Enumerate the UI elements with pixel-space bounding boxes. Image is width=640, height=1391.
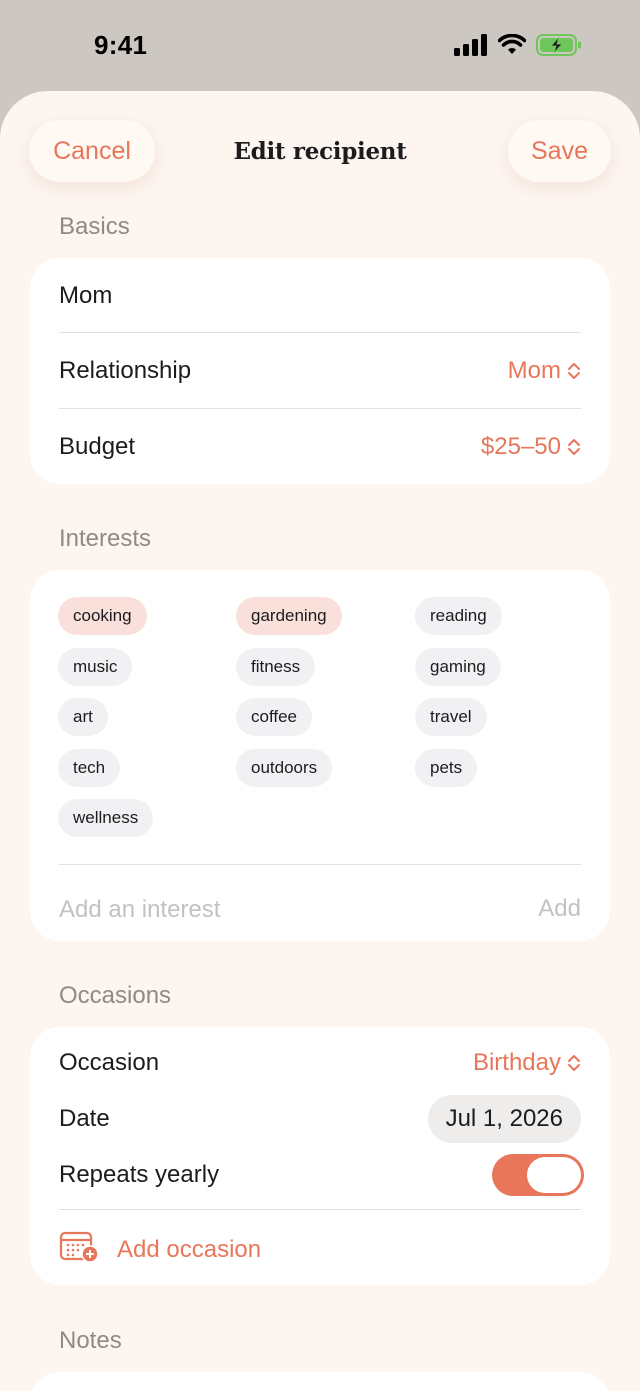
occasion-picker[interactable]: Birthday	[473, 1049, 581, 1077]
interest-chip-cooking[interactable]: cooking	[58, 597, 147, 635]
battery-charging-icon	[536, 34, 582, 56]
status-icons	[454, 34, 582, 56]
basics-card: Mom Relationship Mom Budget $25–50	[30, 258, 610, 484]
interest-chip-art[interactable]: art	[58, 698, 108, 736]
interest-chip-music[interactable]: music	[58, 648, 133, 686]
repeats-yearly-toggle[interactable]	[492, 1154, 584, 1196]
date-label: Date	[59, 1105, 110, 1132]
section-label-notes: Notes	[59, 1327, 122, 1354]
section-label-interests: Interests	[59, 525, 152, 552]
chevron-up-down-icon	[567, 1053, 581, 1073]
repeats-row: Repeats yearly	[59, 1137, 584, 1213]
add-interest-button[interactable]: Add	[538, 895, 581, 923]
budget-row: Budget $25–50	[59, 409, 581, 485]
budget-label: Budget	[59, 433, 136, 460]
cellular-signal-icon	[454, 34, 488, 56]
add-occasion-button[interactable]: Add occasion	[59, 1230, 261, 1269]
wifi-icon	[498, 34, 526, 56]
interest-chip-coffee[interactable]: coffee	[236, 698, 313, 736]
status-bar: 9:41	[0, 0, 640, 95]
chevron-up-down-icon	[567, 361, 581, 381]
section-label-basics: Basics	[59, 213, 130, 240]
relationship-label: Relationship	[59, 357, 192, 384]
edit-recipient-sheet: Cancel Edit recipient Save Basics Mom Re…	[0, 91, 640, 1391]
interest-chip-wellness[interactable]: wellness	[58, 799, 154, 837]
notes-card[interactable]	[30, 1372, 610, 1391]
budget-value: $25–50	[480, 433, 561, 460]
interest-chip-reading[interactable]: reading	[415, 597, 502, 635]
relationship-value: Mom	[507, 357, 561, 384]
name-row[interactable]: Mom	[59, 258, 581, 334]
occasion-value: Birthday	[472, 1049, 561, 1076]
interest-chip-gardening[interactable]: gardening	[236, 597, 342, 635]
occasions-card: Occasion Birthday Date Jul 1, 2026 Repea…	[30, 1027, 610, 1285]
interest-chip-travel[interactable]: travel	[415, 698, 487, 736]
chevron-up-down-icon	[567, 437, 581, 457]
interest-chip-pets[interactable]: pets	[415, 749, 478, 787]
recipient-name[interactable]: Mom	[59, 282, 112, 310]
budget-picker[interactable]: $25–50	[481, 433, 581, 461]
section-label-occasions: Occasions	[59, 982, 172, 1009]
interest-chip-fitness[interactable]: fitness	[236, 648, 316, 686]
calendar-add-icon	[59, 1230, 99, 1269]
relationship-picker[interactable]: Mom	[508, 357, 581, 385]
interest-chip-gaming[interactable]: gaming	[415, 648, 501, 686]
interest-chip-tech[interactable]: tech	[58, 749, 121, 787]
interest-chip-outdoors[interactable]: outdoors	[236, 749, 333, 787]
add-interest-input[interactable]	[59, 890, 479, 930]
toggle-knob	[527, 1157, 581, 1193]
divider	[59, 864, 581, 865]
interests-card: cooking gardening reading music fitness …	[30, 570, 610, 941]
save-button[interactable]: Save	[508, 120, 611, 182]
repeats-label: Repeats yearly	[59, 1161, 220, 1188]
date-picker[interactable]: Jul 1, 2026	[427, 1095, 581, 1143]
status-time: 9:41	[94, 30, 148, 60]
add-occasion-label: Add occasion	[117, 1235, 262, 1263]
divider	[59, 1209, 581, 1210]
occasion-label: Occasion	[59, 1049, 160, 1076]
relationship-row: Relationship Mom	[59, 333, 581, 409]
